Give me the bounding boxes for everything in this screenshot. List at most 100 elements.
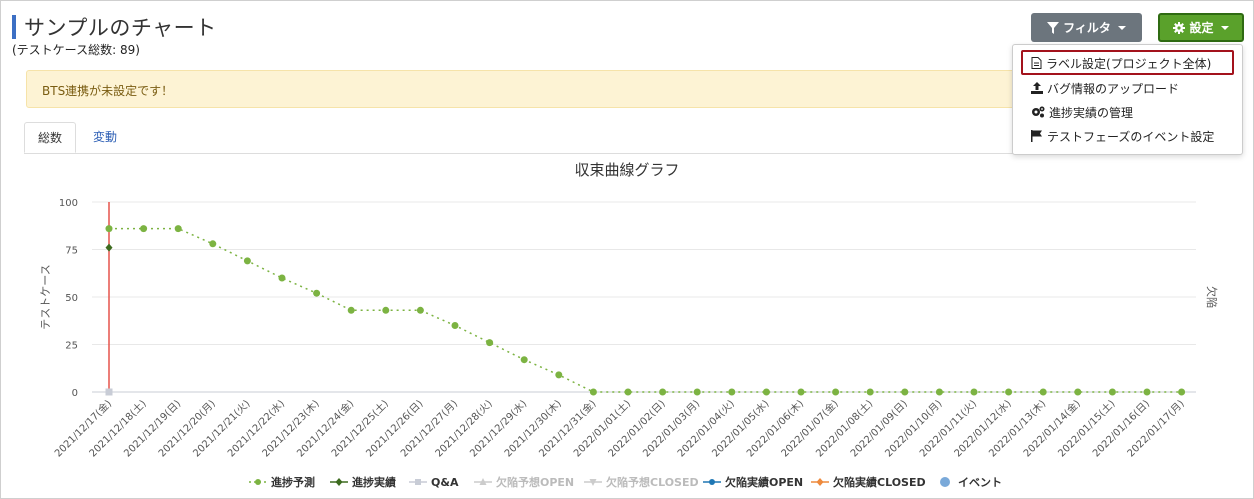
y-tick-label: 50 — [65, 293, 78, 304]
page-title: サンプルのチャート — [24, 16, 217, 40]
title-accent-bar — [12, 15, 16, 39]
x-tick-label: 2022/01/15(土) — [1055, 397, 1118, 460]
forecast-point — [1108, 388, 1116, 396]
menu-item-label: ラベル設定(プロジェクト全体) — [1046, 56, 1212, 71]
forecast-point — [243, 257, 251, 265]
forecast-point — [693, 388, 701, 396]
x-tick-label: 2022/01/03(月) — [640, 398, 702, 460]
y-tick-label: 100 — [59, 198, 78, 209]
legend-marker — [940, 477, 950, 487]
y-tick-label: 25 — [65, 341, 78, 352]
forecast-point — [1039, 388, 1047, 396]
chart-tabs: 総数 変動 — [24, 122, 1034, 154]
menu-item-label: テストフェーズのイベント設定 — [1047, 129, 1215, 144]
legend-label: 欠陥実績CLOSED — [833, 475, 926, 489]
alert-text: BTS連携が未設定です！ — [42, 84, 174, 98]
x-tick-label: 2022/01/04(火) — [675, 398, 737, 460]
forecast-point — [935, 388, 943, 396]
x-tick-label: 2022/01/05(水) — [710, 398, 772, 460]
legend-marker — [335, 478, 343, 486]
forecast-point — [209, 240, 217, 248]
legend-marker — [415, 479, 421, 485]
actual-point — [105, 243, 113, 252]
menu-item-event-settings[interactable]: テストフェーズのイベント設定 — [1031, 126, 1214, 146]
x-tick-label: 2021/12/25(土) — [328, 397, 391, 460]
legend-marker — [709, 479, 715, 485]
x-tick-label: 2022/01/07(金) — [778, 397, 841, 460]
forecast-point — [382, 306, 390, 314]
tab-change[interactable]: 変動 — [80, 122, 130, 153]
forecast-point — [866, 388, 874, 396]
gear-icon — [1173, 21, 1186, 34]
legend-label: 欠陥予想OPEN — [496, 475, 574, 489]
legend-label: 進捗予測 — [271, 475, 315, 489]
tab-total[interactable]: 総数 — [24, 122, 77, 153]
filter-icon — [1047, 21, 1060, 34]
x-tick-label: 2022/01/14(金) — [1020, 397, 1083, 460]
forecast-point — [140, 225, 148, 233]
test-case-total: (テストケース総数: 89) — [12, 43, 140, 57]
legend-label: Q&A — [431, 476, 459, 489]
forecast-point — [486, 339, 494, 347]
menu-item-label: バグ情報のアップロード — [1047, 81, 1180, 96]
x-tick-label: 2022/01/11(火) — [917, 398, 979, 460]
forecast-point — [347, 306, 355, 314]
forecast-point — [555, 371, 563, 379]
flag-icon — [1031, 130, 1042, 142]
x-tick-label: 2022/01/06(木) — [744, 398, 806, 460]
convergence-chart: 収束曲線グラフ0255075100テストケース 欠陥2021/12/17(金)20… — [39, 161, 1219, 489]
y-tick-label: 75 — [65, 246, 78, 257]
legend-label: 欠陥実績OPEN — [725, 475, 803, 489]
bts-warning-alert: BTS連携が未設定です！ — [26, 70, 1026, 108]
qa-point — [105, 388, 113, 396]
menu-item-label: 進捗実績の管理 — [1049, 105, 1134, 120]
forecast-point — [970, 388, 978, 396]
forecast-point — [1005, 388, 1013, 396]
forecast-point — [797, 388, 805, 396]
x-tick-label: 2022/01/13(木) — [986, 398, 1048, 460]
x-tick-label: 2021/12/27(月) — [398, 398, 460, 460]
x-tick-label: 2022/01/10(月) — [883, 398, 945, 460]
y2-axis-label: 欠陥 — [1205, 286, 1219, 308]
legend-marker — [255, 479, 261, 485]
forecast-point — [174, 225, 182, 233]
gears-icon — [1032, 106, 1045, 118]
chart-title: 収束曲線グラフ — [574, 161, 679, 179]
menu-item-label-settings[interactable]: ラベル設定(プロジェクト全体) — [1031, 53, 1211, 73]
x-tick-label: 2021/12/28(火) — [433, 398, 495, 460]
forecast-point — [520, 356, 528, 364]
menu-item-progress-management[interactable]: 進捗実績の管理 — [1031, 102, 1133, 122]
settings-button[interactable]: 設定 — [1158, 13, 1244, 42]
forecast-point — [728, 388, 736, 396]
settings-button-label: 設定 — [1189, 21, 1214, 35]
forecast-point — [1178, 388, 1186, 396]
forecast-point — [762, 388, 770, 396]
x-tick-label: 2022/01/01(土) — [571, 397, 634, 460]
x-tick-label: 2021/12/29(水) — [467, 398, 529, 460]
file-icon — [1031, 57, 1042, 69]
forecast-point — [901, 388, 909, 396]
forecast-point — [1074, 388, 1082, 396]
y-axis-label: テストケース — [39, 264, 52, 329]
forecast-point — [278, 274, 286, 282]
chevron-down-icon — [1117, 25, 1126, 30]
x-tick-label: 2021/12/20(月) — [156, 398, 218, 460]
x-tick-label: 2022/01/08(土) — [813, 397, 876, 460]
filter-button[interactable]: フィルタ — [1031, 13, 1142, 42]
forecast-point — [589, 388, 597, 396]
x-tick-label: 2021/12/24(金) — [294, 397, 357, 460]
forecast-point — [313, 289, 321, 297]
legend-label: 進捗実績 — [352, 475, 396, 489]
legend-label: イベント — [958, 476, 1002, 489]
settings-dropdown-menu: ラベル設定(プロジェクト全体) バグ情報のアップロード 進捗実績の管理 テストフ… — [1012, 44, 1243, 155]
x-tick-label: 2022/01/12(水) — [952, 398, 1014, 460]
filter-button-label: フィルタ — [1063, 21, 1111, 35]
menu-item-bug-upload[interactable]: バグ情報のアップロード — [1031, 78, 1179, 98]
upload-icon — [1031, 82, 1043, 94]
forecast-point — [659, 388, 667, 396]
legend-marker — [816, 478, 824, 486]
x-tick-label: 2022/01/17(月) — [1125, 398, 1187, 460]
x-tick-label: 2021/12/17(金) — [52, 397, 115, 460]
x-tick-label: 2021/12/23(木) — [260, 398, 322, 460]
forecast-point — [1143, 388, 1151, 396]
